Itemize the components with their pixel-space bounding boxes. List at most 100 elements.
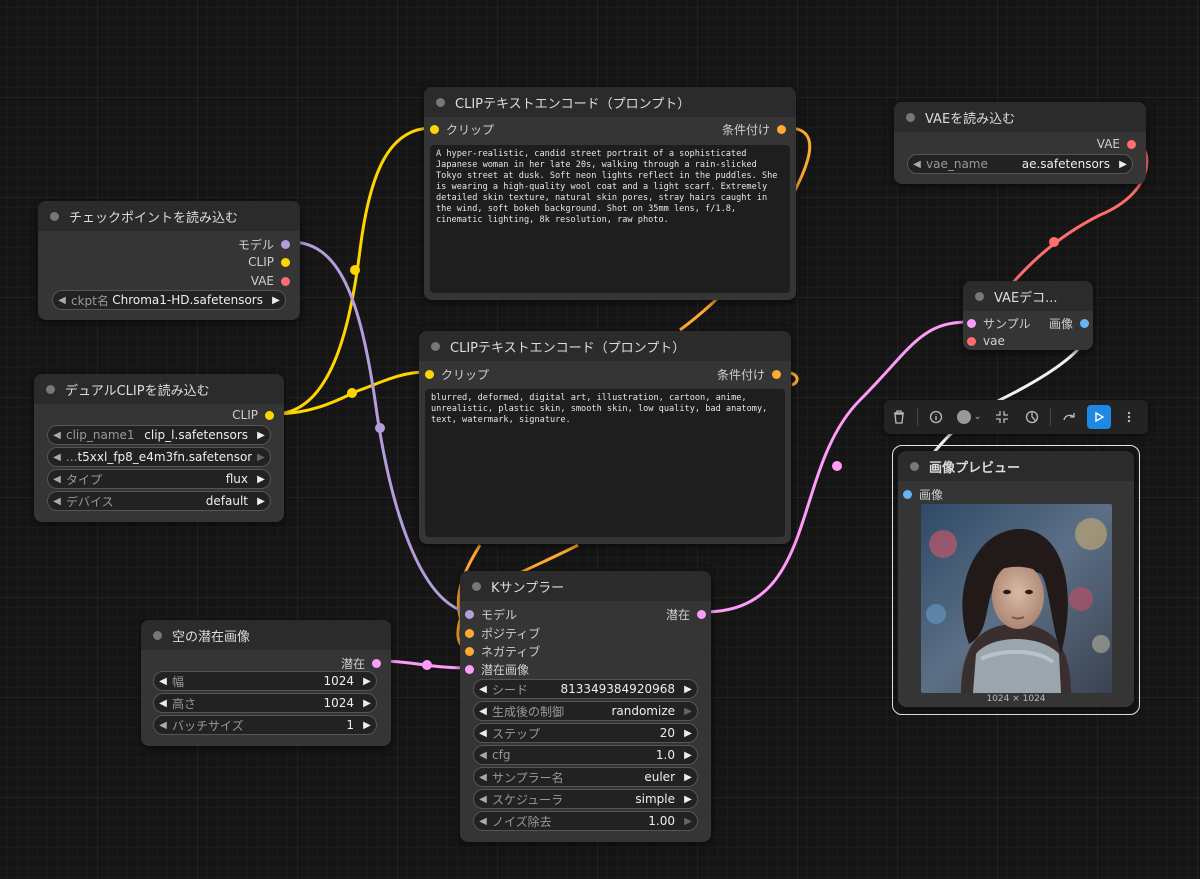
decrement-icon[interactable]: ◀ — [48, 452, 66, 463]
output-vae-dot[interactable] — [1127, 139, 1136, 149]
output-image[interactable]: 画像 — [1049, 315, 1089, 332]
collapse-dot[interactable] — [431, 341, 440, 351]
input-samples-dot[interactable] — [967, 319, 976, 328]
decrement-icon[interactable]: ◀ — [53, 295, 71, 306]
increment-icon[interactable]: ▶ — [679, 684, 697, 695]
convert-icon[interactable] — [1054, 402, 1084, 432]
node-title[interactable]: CLIPテキストエンコード（プロンプト） — [424, 87, 796, 117]
increment-icon[interactable]: ▶ — [358, 698, 376, 709]
decrement-icon[interactable]: ◀ — [48, 474, 66, 485]
vae-name-widget[interactable]: ◀ vae_name ae.safetensors ▶ — [907, 154, 1133, 174]
node-title[interactable]: VAEを読み込む — [894, 102, 1146, 132]
increment-icon[interactable]: ▶ — [252, 452, 270, 463]
decrement-icon[interactable]: ◀ — [474, 816, 492, 827]
output-latent-dot[interactable] — [697, 610, 706, 619]
increment-icon[interactable]: ▶ — [1114, 159, 1132, 170]
collapse-dot[interactable] — [153, 630, 162, 640]
increment-icon[interactable]: ▶ — [679, 794, 697, 805]
input-latent-image[interactable]: 潜在画像 — [465, 661, 529, 678]
output-latent[interactable]: 潜在 — [666, 606, 706, 623]
fit-view-icon[interactable] — [987, 402, 1017, 432]
output-clip-dot[interactable] — [265, 410, 274, 420]
collapse-dot[interactable] — [46, 384, 55, 394]
input-vae-dot[interactable] — [967, 336, 976, 346]
clip-text-encode-negative-node[interactable]: CLIPテキストエンコード（プロンプト） クリップ 条件付け blurred, … — [419, 331, 791, 544]
scheduler-widget[interactable]: ◀ スケジューラ simple ▶ — [473, 789, 698, 809]
ckpt-name-widget[interactable]: ◀ ckpt名 Chroma1-HD.safetensors ▶ — [52, 290, 286, 310]
decrement-icon[interactable]: ◀ — [48, 430, 66, 441]
info-icon[interactable] — [921, 402, 951, 432]
vae-loader-node[interactable]: VAEを読み込む VAE ◀ vae_name ae.safetensors ▶ — [894, 102, 1146, 184]
node-title[interactable]: Kサンプラー — [460, 571, 711, 601]
steps-widget[interactable]: ◀ ステップ 20 ▶ — [473, 723, 698, 743]
increment-icon[interactable]: ▶ — [267, 295, 285, 306]
output-model[interactable]: モデル — [238, 236, 290, 253]
node-title[interactable]: デュアルCLIPを読み込む — [34, 374, 284, 404]
increment-icon[interactable]: ▶ — [252, 430, 270, 441]
decrement-icon[interactable]: ◀ — [474, 728, 492, 739]
input-model[interactable]: モデル — [465, 606, 517, 623]
output-image-dot[interactable] — [1080, 319, 1089, 328]
checkpoint-loader-node[interactable]: チェックポイントを読み込む モデル CLIP VAE ◀ ckpt名 Chrom… — [38, 201, 300, 320]
prompt-textarea[interactable]: A hyper-realistic, candid street portrai… — [430, 145, 790, 293]
node-title[interactable]: チェックポイントを読み込む — [38, 201, 300, 231]
denoise-widget[interactable]: ◀ ノイズ除去 1.00 ▶ — [473, 811, 698, 831]
input-samples[interactable]: サンプル — [967, 315, 1031, 332]
decrement-icon[interactable]: ◀ — [474, 706, 492, 717]
input-model-dot[interactable] — [465, 610, 474, 619]
output-vae[interactable]: VAE — [1097, 137, 1136, 151]
input-clip[interactable]: クリップ — [425, 366, 489, 383]
collapse-dot[interactable] — [910, 461, 919, 471]
input-images-dot[interactable] — [903, 490, 912, 499]
empty-latent-image-node[interactable]: 空の潜在画像 潜在 ◀ 幅 1024 ▶ ◀ 高さ 1024 ▶ ◀ バッチサイ… — [141, 620, 391, 746]
collapse-dot[interactable] — [975, 291, 984, 301]
seed-widget[interactable]: ◀ シード 813349384920968 ▶ — [473, 679, 698, 699]
preview-photo[interactable] — [921, 504, 1112, 693]
increment-icon[interactable]: ▶ — [252, 496, 270, 507]
increment-icon[interactable]: ▶ — [679, 750, 697, 761]
decrement-icon[interactable]: ◀ — [474, 750, 492, 761]
increment-icon[interactable]: ▶ — [679, 728, 697, 739]
increment-icon[interactable]: ▶ — [679, 772, 697, 783]
output-vae-dot[interactable] — [281, 276, 290, 286]
run-icon[interactable] — [1084, 402, 1114, 432]
height-widget[interactable]: ◀ 高さ 1024 ▶ — [153, 693, 377, 713]
device-widget[interactable]: ◀ デバイス default ▶ — [47, 491, 271, 511]
output-clip[interactable]: CLIP — [232, 408, 274, 422]
collapse-dot[interactable] — [436, 97, 445, 107]
width-widget[interactable]: ◀ 幅 1024 ▶ — [153, 671, 377, 691]
decrement-icon[interactable]: ◀ — [474, 684, 492, 695]
bypass-icon[interactable] — [1017, 402, 1047, 432]
decrement-icon[interactable]: ◀ — [154, 676, 172, 687]
clip-name1-widget[interactable]: ◀ clip_name1 clip_l.safetensors ▶ — [47, 425, 271, 445]
output-conditioning[interactable]: 条件付け — [717, 366, 781, 383]
vae-decode-node[interactable]: VAEデコ... サンプル 画像 vae — [963, 281, 1093, 350]
input-vae[interactable]: vae — [967, 334, 1005, 348]
output-latent-dot[interactable] — [372, 659, 381, 668]
input-positive-dot[interactable] — [465, 629, 474, 638]
input-negative[interactable]: ネガティブ — [465, 643, 540, 660]
dual-clip-loader-node[interactable]: デュアルCLIPを読み込む CLIP ◀ clip_name1 clip_l.s… — [34, 374, 284, 522]
clip-name2-widget[interactable]: ◀ ... t5xxl_fp8_e4m3fn.safetensors ▶ — [47, 447, 271, 467]
sampler-name-widget[interactable]: ◀ サンプラー名 euler ▶ — [473, 767, 698, 787]
control-after-generate-widget[interactable]: ◀ 生成後の制御 randomize ▶ — [473, 701, 698, 721]
output-vae[interactable]: VAE — [251, 274, 290, 288]
increment-icon[interactable]: ▶ — [358, 676, 376, 687]
input-latent-image-dot[interactable] — [465, 665, 474, 674]
output-latent[interactable]: 潜在 — [341, 655, 381, 672]
collapse-dot[interactable] — [906, 112, 915, 122]
decrement-icon[interactable]: ◀ — [908, 159, 926, 170]
cfg-widget[interactable]: ◀ cfg 1.0 ▶ — [473, 745, 698, 765]
input-negative-dot[interactable] — [465, 647, 474, 656]
output-clip[interactable]: CLIP — [248, 255, 290, 269]
output-conditioning-dot[interactable] — [777, 125, 786, 134]
color-picker-icon[interactable]: ⌄ — [951, 402, 987, 432]
output-conditioning-dot[interactable] — [772, 370, 781, 379]
clip-text-encode-positive-node[interactable]: CLIPテキストエンコード（プロンプト） クリップ 条件付け A hyper-r… — [424, 87, 796, 300]
input-clip-dot[interactable] — [430, 125, 439, 134]
decrement-icon[interactable]: ◀ — [474, 772, 492, 783]
collapse-dot[interactable] — [472, 581, 481, 591]
decrement-icon[interactable]: ◀ — [154, 698, 172, 709]
input-positive[interactable]: ポジティブ — [465, 625, 540, 642]
increment-icon[interactable]: ▶ — [679, 816, 697, 827]
